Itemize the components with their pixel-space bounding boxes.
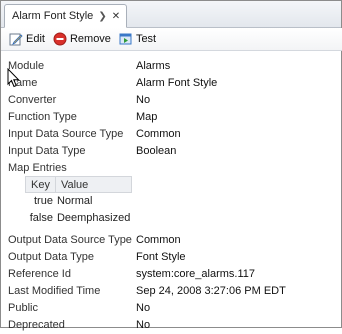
property-row: Converter No	[8, 92, 338, 109]
tab-title: Alarm Font Style	[12, 10, 94, 22]
column-header-key[interactable]: Key	[25, 176, 56, 193]
property-key: Output Data Source Type	[8, 234, 132, 246]
table-row[interactable]: true Normal	[26, 193, 132, 210]
test-label: Test	[135, 33, 157, 45]
property-value: Font Style	[136, 251, 186, 263]
test-button[interactable]: Test	[119, 32, 156, 46]
remove-icon	[53, 32, 67, 46]
property-key: Input Data Type	[8, 145, 86, 157]
property-key: Map Entries	[8, 162, 67, 174]
property-key: Reference Id	[8, 268, 71, 280]
property-row: Name Alarm Font Style	[8, 75, 338, 92]
property-key: Last Modified Time	[8, 285, 101, 297]
map-entries-table: Key Value true Normal false Deemphasized	[25, 176, 133, 227]
property-row: Function Type Map	[8, 109, 338, 126]
property-value: Common	[136, 234, 181, 246]
tab-alarm-font-style[interactable]: Alarm Font Style ❯ ✕	[4, 4, 128, 28]
table-row[interactable]: false Deemphasized	[26, 210, 132, 227]
property-row: Input Data Source Type Common	[8, 126, 338, 143]
editor-panel: Alarm Font Style ❯ ✕ Edit Remove Test Mo…	[0, 0, 342, 331]
property-row: Output Data Source Type Common	[8, 232, 338, 249]
mouse-pointer-icon	[7, 67, 20, 91]
edit-label: Edit	[26, 33, 45, 45]
property-value: No	[136, 94, 151, 106]
property-key: Converter	[8, 94, 57, 106]
property-key: Function Type	[8, 111, 77, 123]
property-value: Boolean	[136, 145, 177, 157]
pin-icon[interactable]: ❯	[98, 11, 106, 22]
tab-strip: Alarm Font Style ❯ ✕	[1, 1, 341, 28]
property-row: Module Alarms	[8, 58, 338, 75]
property-value: No	[136, 302, 151, 314]
property-value: No	[136, 319, 151, 331]
property-key: Deprecated	[8, 319, 65, 331]
map-value-cell: Deemphasized	[56, 212, 131, 224]
test-icon	[119, 32, 133, 46]
property-value: Alarms	[136, 60, 171, 72]
property-key: Public	[8, 302, 38, 314]
property-value: system:core_alarms.117	[136, 268, 256, 280]
pencil-icon	[9, 32, 23, 46]
property-value: Common	[136, 128, 181, 140]
map-entries-header: Key Value	[25, 176, 133, 193]
map-key-cell: false	[29, 212, 53, 224]
column-header-value[interactable]: Value	[54, 176, 133, 193]
toolbar: Edit Remove Test	[1, 28, 342, 51]
property-key: Input Data Source Type	[8, 128, 124, 140]
property-row: Deprecated No	[8, 317, 338, 334]
property-row: Reference Id system:core_alarms.117	[8, 266, 338, 283]
property-key: Output Data Type	[8, 251, 95, 263]
property-value: Map	[136, 111, 158, 123]
property-row: Last Modified Time Sep 24, 2008 3:27:06 P…	[8, 283, 338, 300]
remove-label: Remove	[69, 33, 111, 45]
property-row: Input Data Type Boolean	[8, 143, 338, 160]
property-row: Output Data Type Font Style	[8, 249, 338, 266]
property-value: Sep 24, 2008 3:27:06 PM EDT	[136, 285, 286, 297]
map-key-cell: true	[34, 195, 53, 207]
property-value: Alarm Font Style	[136, 77, 218, 89]
property-row: Map Entries	[8, 160, 338, 177]
remove-button[interactable]: Remove	[53, 32, 111, 46]
property-row: Public No	[8, 300, 338, 317]
map-value-cell: Normal	[56, 195, 93, 207]
close-icon[interactable]: ✕	[112, 11, 120, 22]
edit-button[interactable]: Edit	[9, 32, 45, 46]
